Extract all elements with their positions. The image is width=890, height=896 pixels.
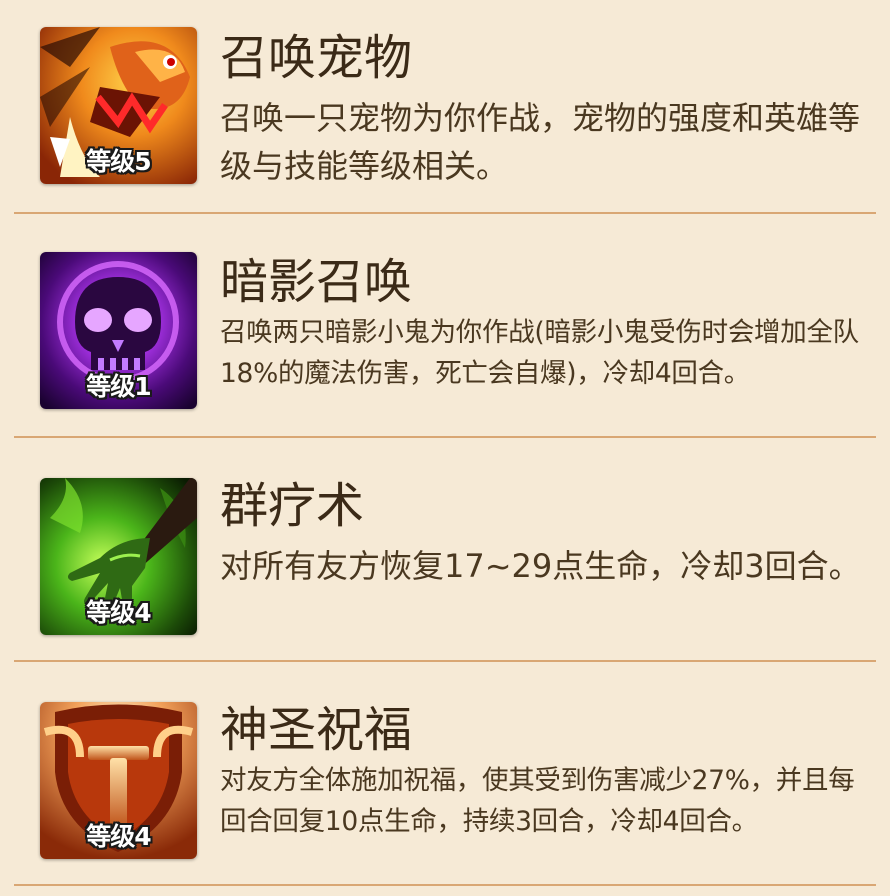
skill-level-badge: 等级5 [86,147,151,176]
skill-name: 群疗术 [220,478,365,534]
skill-description: 对友方全体施加祝福，使其受到伤害减少27%，并且每回合回复10点生命，持续3回合… [220,765,855,837]
skill-name: 神圣祝福 [220,702,413,758]
holy-shield-icon[interactable]: 等级4 [40,702,197,859]
divider [14,212,876,214]
healing-hand-icon[interactable]: 等级4 [40,478,197,635]
skill-level-badge: 等级4 [86,598,151,627]
fire-beast-icon[interactable]: 等级5 [40,27,197,184]
skill-row-summon-pet[interactable]: 等级5 召唤宠物 召唤一只宠物为你作战，宠物的强度和英雄等级与技能等级相关。 [0,0,890,224]
skill-level-badge: 等级4 [86,822,151,851]
skill-row-group-heal[interactable]: 等级4 群疗术 对所有友方恢复17~29点生命，冷却3回合。 [0,448,890,672]
skill-description: 对所有友方恢复17~29点生命，冷却3回合。 [220,547,861,585]
skill-level-badge: 等级1 [86,372,151,401]
skill-row-holy-blessing[interactable]: 等级4 神圣祝福 对友方全体施加祝福，使其受到伤害减少27%，并且每回合回复10… [0,672,890,896]
shadow-skull-icon[interactable]: 等级1 [40,252,197,409]
divider [14,436,876,438]
divider [14,884,876,886]
divider [14,660,876,662]
skill-list: 等级5 召唤宠物 召唤一只宠物为你作战，宠物的强度和英雄等级与技能等级相关。 等… [0,0,890,890]
skill-name: 暗影召唤 [220,254,413,310]
skill-description: 召唤一只宠物为你作战，宠物的强度和英雄等级与技能等级相关。 [220,99,861,185]
skill-name: 召唤宠物 [220,30,413,86]
skill-row-shadow-summon[interactable]: 等级1 暗影召唤 召唤两只暗影小鬼为你作战(暗影小鬼受伤时会增加全队18%的魔法… [0,224,890,448]
skill-description: 召唤两只暗影小鬼为你作战(暗影小鬼受伤时会增加全队18%的魔法伤害，死亡会自爆)… [220,317,859,389]
